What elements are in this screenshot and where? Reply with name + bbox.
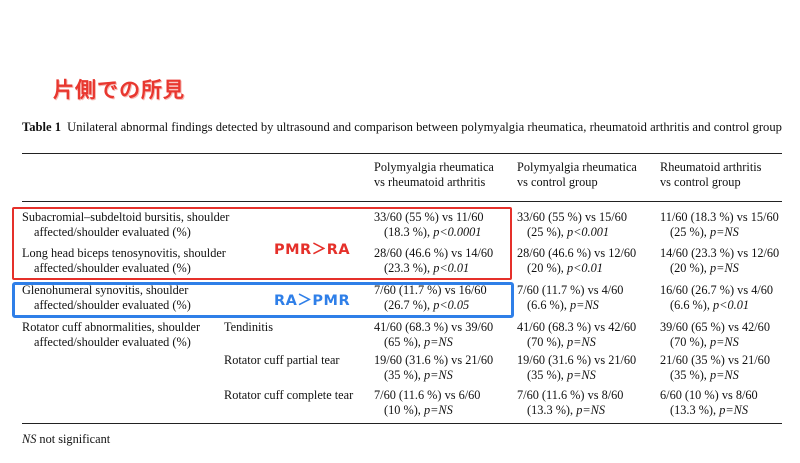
cell-line: (13.3 %), p=NS <box>527 403 605 417</box>
table-cell: 41/60 (68.3 %) vs 42/60 (70 %), p=NS <box>517 320 636 350</box>
header-ra-vs-control: Rheumatoid arthritis vs control group <box>660 160 761 190</box>
cell-line: (65 %), p=NS <box>384 335 453 349</box>
cell-line: (70 %), p=NS <box>527 335 596 349</box>
p-value: p=NS <box>719 403 748 417</box>
p-value: p=NS <box>576 403 605 417</box>
cell-line: 19/60 (31.6 %) vs 21/60 <box>517 353 637 367</box>
cell-line: 21/60 (35 %) vs 21/60 <box>660 353 770 367</box>
cell-line: (35 %), p=NS <box>527 368 596 382</box>
cell-line: (70 %), p=NS <box>670 335 739 349</box>
header-pmr-vs-control: Polymyalgia rheumatica vs control group <box>517 160 637 190</box>
subrow-label: Rotator cuff complete tear <box>224 388 354 402</box>
cell-line: (13.3 %), p=NS <box>670 403 748 417</box>
table-cell: 41/60 (68.3 %) vs 39/60 (65 %), p=NS <box>374 320 493 350</box>
table-cell: 19/60 (31.6 %) vs 21/60 (35 %), p=NS <box>374 353 493 383</box>
p-value: p=NS <box>709 225 739 239</box>
row-label-line: Rotator cuff abnormalities, shoulder <box>22 320 201 334</box>
p-value: p<0.01 <box>566 261 603 275</box>
table-cell: 19/60 (31.6 %) vs 21/60 (35 %), p=NS <box>517 353 636 383</box>
table-bottom-rule <box>22 423 782 424</box>
cell-line: (10 %), p=NS <box>384 403 453 417</box>
p-value: p=NS <box>709 368 739 382</box>
cell-line: 16/60 (26.7 %) vs 4/60 <box>660 283 774 297</box>
footnote-text: not significant <box>36 432 111 446</box>
cell-line: 19/60 (31.6 %) vs 21/60 <box>374 353 494 367</box>
cell-line: 7/60 (11.6 %) vs 6/60 <box>374 388 481 402</box>
cell-line: 7/60 (11.7 %) vs 4/60 <box>517 283 624 297</box>
row-label-line: affected/shoulder evaluated (%) <box>34 335 191 349</box>
table-cell: 7/60 (11.7 %) vs 4/60 (6.6 %), p=NS <box>517 283 623 313</box>
cell-line: (20 %), p<0.01 <box>527 261 603 275</box>
table-cell: 33/60 (55 %) vs 15/60 (25 %), p<0.001 <box>517 210 627 240</box>
cell-line: 11/60 (18.3 %) vs 15/60 <box>660 210 779 224</box>
caption-text: Unilateral abnormal findings detected by… <box>67 120 782 134</box>
cell-line: (20 %), p=NS <box>670 261 739 275</box>
cell-line: 28/60 (46.6 %) vs 12/60 <box>517 246 637 260</box>
table-cell: 7/60 (11.6 %) vs 8/60 (13.3 %), p=NS <box>517 388 623 418</box>
cell-line: 6/60 (10 %) vs 8/60 <box>660 388 758 402</box>
p-value: p=NS <box>570 298 599 312</box>
annotation-ra-gt-pmr: RA＞PMR <box>274 293 351 309</box>
cell-line: 39/60 (65 %) vs 42/60 <box>660 320 770 334</box>
header-line: Polymyalgia rheumatica <box>517 160 637 174</box>
p-value: p=NS <box>709 261 739 275</box>
subrow-label: Tendinitis <box>224 320 274 334</box>
row-label: Rotator cuff abnormalities, shoulder aff… <box>22 320 200 350</box>
header-line: vs control group <box>517 175 598 189</box>
table-cell: 16/60 (26.7 %) vs 4/60 (6.6 %), p<0.01 <box>660 283 773 313</box>
table-cell: 7/60 (11.6 %) vs 6/60 (10 %), p=NS <box>374 388 480 418</box>
footnote-abbr: NS <box>22 432 37 446</box>
p-value: p=NS <box>566 335 596 349</box>
table-cell: 11/60 (18.3 %) vs 15/60 (25 %), p=NS <box>660 210 779 240</box>
header-line: vs rheumatoid arthritis <box>374 175 486 189</box>
cell-line: (25 %), p<0.001 <box>527 225 610 239</box>
cell-line: (6.6 %), p<0.01 <box>670 298 749 312</box>
annotation-heading: 片側での所見 <box>53 78 185 102</box>
p-value: p=NS <box>423 368 453 382</box>
table-cell: 6/60 (10 %) vs 8/60 (13.3 %), p=NS <box>660 388 758 418</box>
header-line: Rheumatoid arthritis <box>660 160 762 174</box>
cell-line: (6.6 %), p=NS <box>527 298 599 312</box>
highlight-box-pmr-greater <box>12 207 512 280</box>
table-cell: 28/60 (46.6 %) vs 12/60 (20 %), p<0.01 <box>517 246 636 276</box>
cell-line: 14/60 (23.3 %) vs 12/60 <box>660 246 780 260</box>
header-line: vs control group <box>660 175 741 189</box>
cell-line: 41/60 (68.3 %) vs 39/60 <box>374 320 494 334</box>
subrow-label: Rotator cuff partial tear <box>224 353 340 367</box>
header-line: Polymyalgia rheumatica <box>374 160 494 174</box>
cell-line: 7/60 (11.6 %) vs 8/60 <box>517 388 624 402</box>
table-caption: Table 1 Unilateral abnormal findings dete… <box>22 119 784 136</box>
p-value: p=NS <box>423 335 453 349</box>
cell-line: (35 %), p=NS <box>670 368 739 382</box>
p-value: p<0.001 <box>566 225 610 239</box>
annotation-pmr-gt-ra: PMR＞RA <box>274 242 351 258</box>
table-top-rule <box>22 153 782 154</box>
table-cell: 39/60 (65 %) vs 42/60 (70 %), p=NS <box>660 320 770 350</box>
p-value: p=NS <box>709 335 739 349</box>
p-value: p=NS <box>423 403 453 417</box>
cell-line: 33/60 (55 %) vs 15/60 <box>517 210 627 224</box>
header-pmr-vs-ra: Polymyalgia rheumatica vs rheumatoid art… <box>374 160 494 190</box>
p-value: p<0.01 <box>713 298 749 312</box>
table-footnote: NS not significant <box>22 432 110 447</box>
table-header-rule <box>22 201 782 202</box>
table-label: Table 1 <box>22 120 62 134</box>
cell-line: (35 %), p=NS <box>384 368 453 382</box>
cell-line: 41/60 (68.3 %) vs 42/60 <box>517 320 637 334</box>
table-cell: 21/60 (35 %) vs 21/60 (35 %), p=NS <box>660 353 770 383</box>
p-value: p=NS <box>566 368 596 382</box>
table-cell: 14/60 (23.3 %) vs 12/60 (20 %), p=NS <box>660 246 779 276</box>
cell-line: (25 %), p=NS <box>670 225 739 239</box>
highlight-box-ra-greater <box>12 282 514 318</box>
